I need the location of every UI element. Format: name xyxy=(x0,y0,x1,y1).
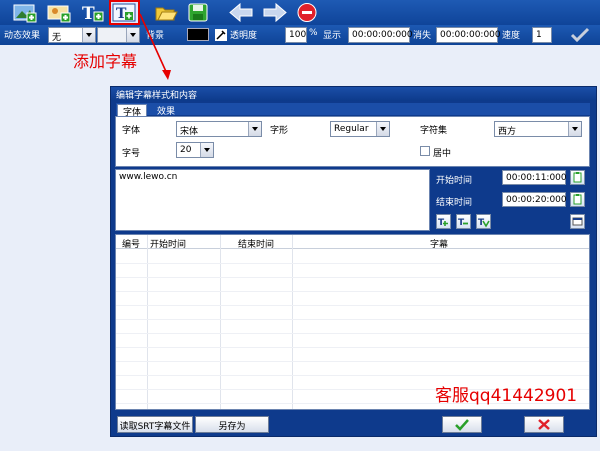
table-header: 编号 开始时间 结束时间 字幕 xyxy=(116,235,589,250)
subtitle-text-area[interactable]: www.lewo.cn xyxy=(115,169,430,231)
chevron-down-icon xyxy=(200,143,213,157)
font-select[interactable]: 宋体 xyxy=(176,121,262,137)
charset-select[interactable]: 西方 xyxy=(494,121,582,137)
watermark-text: 客服qq41442901 xyxy=(435,386,578,406)
clear-icon[interactable] xyxy=(570,214,585,229)
column-header: 字幕 xyxy=(430,240,449,250)
end-time-label: 结束时间 xyxy=(436,198,473,208)
style-label: 字形 xyxy=(270,126,289,136)
table-row xyxy=(116,347,589,348)
table-row xyxy=(116,375,589,376)
save-as-button[interactable]: 另存为 xyxy=(195,416,269,433)
center-label: 居中 xyxy=(433,149,452,159)
check-icon xyxy=(455,419,469,431)
start-time-label: 开始时间 xyxy=(436,176,473,186)
remove-row-icon[interactable]: T xyxy=(456,214,471,229)
clipboard-icon[interactable] xyxy=(570,192,585,207)
table-row xyxy=(116,361,589,362)
column-divider xyxy=(147,235,148,409)
table-row xyxy=(116,319,589,320)
charset-value: 西方 xyxy=(498,127,517,137)
tab-effect[interactable]: 效果 xyxy=(152,104,180,117)
move-down-icon[interactable]: T xyxy=(476,214,491,229)
cancel-button[interactable] xyxy=(524,416,564,433)
table-row xyxy=(116,277,589,278)
font-settings-group: 字体 宋体 字形 Regular 字符集 西方 字号 20 居中 xyxy=(115,116,590,167)
add-row-icon[interactable]: T xyxy=(436,214,451,229)
font-value: 宋体 xyxy=(180,127,199,137)
ok-button[interactable] xyxy=(442,416,482,433)
dialog-title: 编辑字幕样式和内容 xyxy=(111,87,596,101)
tab-font[interactable]: 字体 xyxy=(117,104,148,118)
start-time-input[interactable]: 00:00:11:000 xyxy=(502,170,567,185)
end-time-input[interactable]: 00:00:20:000 xyxy=(502,192,567,207)
size-select[interactable]: 20 xyxy=(176,142,214,158)
size-value: 20 xyxy=(180,145,192,155)
chevron-down-icon xyxy=(376,122,389,136)
style-value: Regular xyxy=(334,124,369,134)
read-srt-button[interactable]: 读取SRT字幕文件 xyxy=(117,416,193,433)
column-header: 编号 xyxy=(122,240,141,250)
table-row xyxy=(116,305,589,306)
column-header: 开始时间 xyxy=(150,240,187,250)
close-icon xyxy=(538,419,550,430)
annotation-arrow-icon xyxy=(139,13,171,80)
size-label: 字号 xyxy=(122,149,141,159)
chevron-down-icon xyxy=(568,122,581,136)
style-select[interactable]: Regular xyxy=(330,121,390,137)
tab-strip xyxy=(116,103,590,115)
table-row xyxy=(116,263,589,264)
charset-label: 字符集 xyxy=(420,126,448,136)
chevron-down-icon xyxy=(248,122,261,136)
timing-panel: 开始时间 00:00:11:000 结束时间 00:00:20:000 T T … xyxy=(432,169,590,231)
center-checkbox[interactable] xyxy=(420,146,430,156)
font-label: 字体 xyxy=(122,126,141,136)
table-row xyxy=(116,291,589,292)
column-divider xyxy=(292,235,293,409)
column-divider xyxy=(220,235,221,409)
clipboard-icon[interactable] xyxy=(570,170,585,185)
column-header: 结束时间 xyxy=(238,240,275,250)
table-row xyxy=(116,333,589,334)
